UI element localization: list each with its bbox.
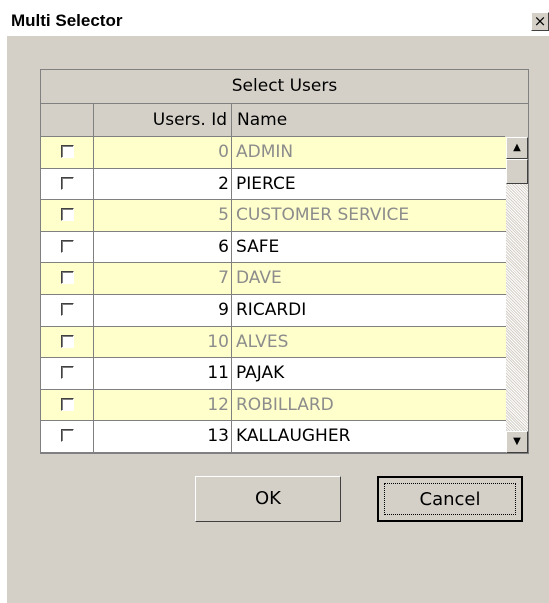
dialog-title: Multi Selector bbox=[11, 11, 123, 30]
close-button[interactable]: × bbox=[531, 12, 549, 31]
row-checkbox[interactable] bbox=[61, 176, 74, 190]
user-name-cell: RICARDI bbox=[236, 300, 307, 320]
table-row[interactable]: 12 ROBILLARD bbox=[41, 389, 506, 422]
row-checkbox[interactable] bbox=[61, 271, 74, 285]
row-checkbox[interactable] bbox=[61, 145, 74, 158]
row-checkbox[interactable] bbox=[61, 397, 74, 411]
row-checkbox[interactable] bbox=[61, 429, 74, 443]
user-name-cell: KALLAUGHER bbox=[236, 426, 351, 447]
table-row[interactable]: 6 SAFE bbox=[41, 231, 506, 264]
row-checkbox[interactable] bbox=[61, 303, 74, 316]
user-name-cell: SAFE bbox=[236, 236, 280, 257]
row-checkbox[interactable] bbox=[61, 208, 74, 222]
scroll-down-button[interactable]: ▼ bbox=[506, 431, 528, 453]
user-name-cell: DAVE bbox=[236, 268, 282, 289]
select-cell bbox=[41, 231, 94, 264]
cancel-button-label: Cancel bbox=[384, 483, 516, 515]
user-name-cell: ADMIN bbox=[236, 142, 294, 162]
user-id-cell: 5 bbox=[94, 200, 232, 232]
vertical-scrollbar[interactable]: ▲ ▼ bbox=[506, 137, 528, 453]
scrollbar-thumb[interactable] bbox=[506, 159, 528, 184]
select-cell bbox=[41, 358, 94, 390]
column-header-users-id[interactable]: Users. Id bbox=[94, 104, 232, 137]
scroll-up-arrow-icon: ▲ bbox=[513, 142, 521, 153]
title-bar: Multi Selector × bbox=[7, 6, 549, 36]
user-name-cell: PAJAK bbox=[236, 363, 285, 384]
scroll-up-button[interactable]: ▲ bbox=[506, 137, 528, 159]
row-checkbox[interactable] bbox=[61, 239, 74, 253]
table-row[interactable]: 10 ALVES bbox=[41, 326, 506, 359]
users-grid: Select Users Users. Id Name 0 ADMIN 2 PIERC… bbox=[40, 69, 529, 454]
user-id-cell: 9 bbox=[94, 295, 232, 327]
table-row[interactable]: 7 DAVE bbox=[41, 263, 506, 295]
user-name-cell: ALVES bbox=[236, 331, 289, 352]
user-id-cell: 12 bbox=[94, 389, 232, 422]
column-header-name[interactable]: Name bbox=[232, 104, 505, 137]
table-row[interactable]: 2 PIERCE bbox=[41, 168, 506, 201]
table-row[interactable]: 11 PAJAK bbox=[41, 358, 506, 390]
user-id-cell: 7 bbox=[94, 263, 232, 295]
select-cell bbox=[41, 295, 94, 327]
user-id-cell: 2 bbox=[94, 168, 232, 201]
user-id-cell: 10 bbox=[94, 326, 232, 359]
user-id-cell: 11 bbox=[94, 358, 232, 390]
select-cell bbox=[41, 421, 94, 453]
user-id-cell: 13 bbox=[94, 421, 232, 453]
cancel-button[interactable]: Cancel bbox=[377, 476, 523, 522]
table-row[interactable]: 0 ADMIN bbox=[41, 137, 506, 169]
user-name-cell: CUSTOMER SERVICE bbox=[236, 205, 410, 226]
select-cell bbox=[41, 200, 94, 232]
table-row[interactable]: 13 KALLAUGHER bbox=[41, 421, 506, 453]
user-name-cell: PIERCE bbox=[236, 173, 296, 194]
row-checkbox[interactable] bbox=[61, 334, 74, 348]
table-row[interactable]: 9 RICARDI bbox=[41, 295, 506, 327]
select-cell bbox=[41, 137, 94, 169]
select-cell bbox=[41, 326, 94, 359]
user-id-cell: 0 bbox=[94, 137, 232, 169]
scroll-down-arrow-icon: ▼ bbox=[513, 436, 521, 447]
user-id-cell: 6 bbox=[94, 231, 232, 264]
table-row[interactable]: 5 CUSTOMER SERVICE bbox=[41, 200, 506, 232]
select-cell bbox=[41, 263, 94, 295]
column-header-select[interactable] bbox=[41, 104, 94, 137]
select-cell bbox=[41, 389, 94, 422]
multi-selector-dialog: Multi Selector × Select Users Users. Id … bbox=[6, 5, 549, 603]
ok-button[interactable]: OK bbox=[195, 476, 341, 522]
grid-caption: Select Users bbox=[41, 70, 528, 104]
user-name-cell: ROBILLARD bbox=[236, 394, 334, 415]
select-cell bbox=[41, 168, 94, 201]
row-checkbox[interactable] bbox=[61, 366, 74, 380]
